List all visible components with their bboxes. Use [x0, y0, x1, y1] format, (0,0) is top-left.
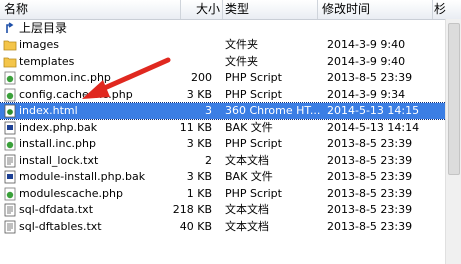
- file-modified: 2014-5-13 14:15: [327, 104, 420, 117]
- header-name[interactable]: 名称: [4, 0, 181, 19]
- file-modified: 2013-8-5 23:39: [327, 203, 413, 216]
- file-type: PHP Script: [225, 137, 282, 150]
- file-modified: 2014-5-13 14:14: [327, 120, 420, 134]
- php-file-icon: [3, 71, 17, 85]
- file-type: PHP Script: [225, 186, 282, 200]
- file-size: 3 KB: [186, 137, 212, 150]
- file-row[interactable]: common.inc.php 200 PHP Script 2013-8-5 23:3…: [0, 70, 446, 86]
- parent-directory-row[interactable]: 上层目录: [0, 20, 446, 36]
- file-size: 2: [205, 153, 212, 167]
- header-modified[interactable]: 修改时间: [322, 0, 433, 19]
- text-file-icon: [3, 220, 17, 234]
- file-type: 文件夹: [225, 54, 258, 68]
- file-size: 40 KB: [179, 219, 212, 233]
- file-size: 200: [191, 71, 212, 84]
- file-row[interactable]: sql-dfdata.txt 218 KB 文本文档 2013-8-5 23:39: [0, 202, 446, 218]
- file-type: PHP Script: [225, 87, 282, 101]
- header-extra[interactable]: 杉: [434, 0, 448, 19]
- file-type: 360 Chrome HT...: [225, 104, 321, 117]
- file-modified: 2013-8-5 23:39: [327, 153, 413, 167]
- file-modified: 2014-3-9 9:40: [327, 54, 406, 68]
- html-file-icon: [3, 104, 17, 118]
- bak-file-icon: [3, 170, 17, 184]
- file-row[interactable]: modulescache.php 1 KB PHP Script 2013-8-5 2…: [0, 186, 446, 202]
- file-row[interactable]: module-install.php.bak 3 KB BAK 文件 2013-8-5…: [0, 169, 446, 185]
- folder-icon: [3, 38, 17, 52]
- file-row[interactable]: index.html 3 360 Chrome HT... 2014-5-13 14:…: [0, 102, 447, 120]
- up-arrow-icon: [3, 21, 17, 35]
- folder-icon: [3, 55, 17, 69]
- file-modified: 2013-8-5 23:39: [327, 186, 413, 200]
- php-file-icon: [3, 88, 17, 102]
- file-size: 3: [205, 104, 212, 117]
- file-type: 文本文档: [225, 153, 269, 167]
- file-type: BAK 文件: [225, 170, 273, 183]
- text-file-icon: [3, 154, 17, 168]
- file-modified: 2014-3-9 9:34: [327, 87, 406, 101]
- text-file-icon: [3, 203, 17, 217]
- php-file-icon: [3, 137, 17, 151]
- file-size: 3 KB: [186, 170, 212, 183]
- file-modified: 2013-8-5 23:39: [327, 71, 413, 84]
- column-header: 名称 大小 类型 修改时间 杉: [0, 0, 461, 20]
- file-row[interactable]: templates 文件夹 2014-3-9 9:40: [0, 54, 446, 70]
- file-modified: 2013-8-5 23:39: [327, 137, 413, 150]
- file-row[interactable]: config.cache.inc.php 3 KB PHP Script 2014-3…: [0, 87, 446, 103]
- parent-directory-label: 上层目录: [19, 21, 68, 35]
- file-row[interactable]: images 文件夹 2014-3-9 9:40: [0, 37, 446, 53]
- file-type: PHP Script: [225, 71, 282, 84]
- file-type: 文本文档: [225, 219, 269, 233]
- file-size: 11 KB: [179, 120, 212, 134]
- header-size[interactable]: 大小: [181, 0, 223, 19]
- file-size: 218 KB: [172, 203, 212, 216]
- file-row[interactable]: install_lock.txt 2 文本文档 2013-8-5 23:39: [0, 153, 446, 169]
- file-modified: 2014-3-9 9:40: [327, 38, 406, 51]
- vertical-scrollbar[interactable]: [445, 19, 461, 264]
- php-file-icon: [3, 187, 17, 201]
- file-row[interactable]: sql-dftables.txt 40 KB 文本文档 2013-8-5 23:39: [0, 219, 446, 235]
- header-type[interactable]: 类型: [225, 0, 318, 19]
- bak-file-icon: [3, 121, 17, 135]
- file-size: [150, 54, 212, 70]
- file-size: [150, 37, 212, 53]
- file-type: BAK 文件: [225, 120, 273, 134]
- file-size: 1 KB: [186, 186, 212, 200]
- file-type: 文件夹: [225, 38, 258, 51]
- file-modified: 2013-8-5 23:39: [327, 170, 413, 183]
- scrollbar-thumb[interactable]: [448, 23, 460, 175]
- file-modified: 2013-8-5 23:39: [327, 219, 413, 233]
- file-row[interactable]: install.inc.php 3 KB PHP Script 2013-8-5 23…: [0, 136, 446, 152]
- file-size: 3 KB: [186, 87, 212, 101]
- file-type: 文本文档: [225, 203, 269, 216]
- file-row[interactable]: index.php.bak 11 KB BAK 文件 2014-5-13 14:14: [0, 120, 446, 136]
